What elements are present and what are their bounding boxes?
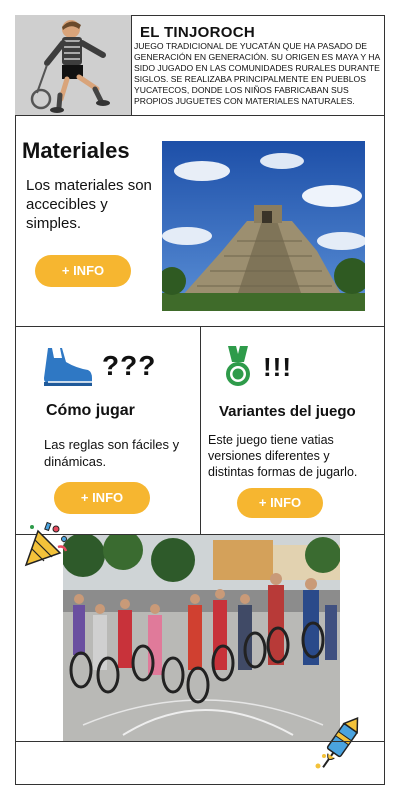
medal-icon <box>224 346 252 388</box>
divider <box>15 741 385 742</box>
party-popper-icon <box>24 521 70 567</box>
materiales-info-button[interactable]: + INFO <box>35 255 131 287</box>
firework-rocket-icon <box>312 716 364 776</box>
como-jugar-text: Las reglas son fáciles y dinámicas. <box>44 437 180 469</box>
divider <box>15 115 385 116</box>
column-divider <box>200 326 201 534</box>
pyramid-image <box>162 141 365 311</box>
materiales-title: Materiales <box>22 138 130 163</box>
page-title: EL TINJOROCH <box>140 24 256 41</box>
header-description: JUEGO TRADICIONAL DE YUCATÁN QUE HA PASA… <box>134 41 380 106</box>
exclamation-marks: !!! <box>263 352 292 382</box>
game-photo <box>63 535 340 741</box>
materiales-text: Los materiales son accecibles y simples. <box>26 177 152 232</box>
como-jugar-info-button[interactable]: + INFO <box>54 482 150 514</box>
variantes-info-button[interactable]: + INFO <box>237 488 323 518</box>
como-jugar-title: Cómo jugar <box>46 402 135 419</box>
sneaker-icon <box>42 344 94 390</box>
variantes-title: Variantes del juego <box>219 403 356 420</box>
variantes-text: Este juego tiene vatias versiones difere… <box>208 433 358 479</box>
header-illustration <box>15 15 132 115</box>
question-marks: ??? <box>102 350 157 381</box>
